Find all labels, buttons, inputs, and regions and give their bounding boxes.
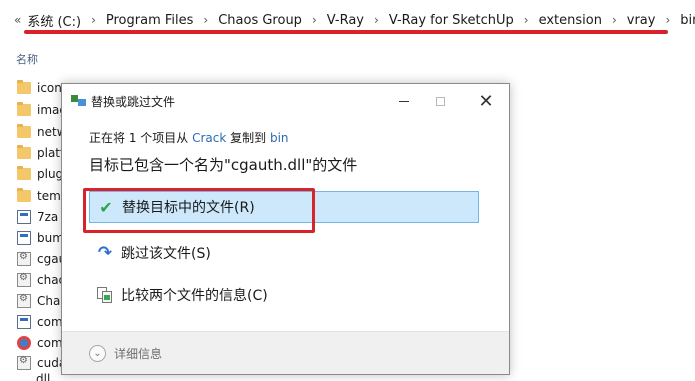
copy-status-line: 正在将 1 个项目从 Crack 复制到 bin xyxy=(89,129,289,146)
file-name: icon xyxy=(37,81,62,95)
breadcrumb-program-files[interactable]: Program Files xyxy=(106,13,194,28)
truncated-file-name: dll xyxy=(36,372,51,381)
more-details-label: 详细信息 xyxy=(114,347,163,361)
list-item[interactable]: cgau xyxy=(17,249,66,269)
skip-file-label: 跳过该文件(S) xyxy=(121,246,211,262)
list-item[interactable]: chac xyxy=(17,270,65,290)
chevron-down-circle-icon: ⌄ xyxy=(89,345,106,362)
dialog-titlebar[interactable]: 替换或跳过文件 ✕ xyxy=(62,84,509,118)
file-name: com xyxy=(37,336,63,350)
skip-file-option[interactable]: ↷ 跳过该文件(S) xyxy=(89,237,479,269)
address-bar[interactable]: « 系统 (C:) › Program Files › Chaos Group … xyxy=(0,0,695,40)
compare-files-label: 比较两个文件的信息(C) xyxy=(121,288,268,304)
folder-icon xyxy=(17,166,31,180)
history-chevron-icon[interactable]: « xyxy=(14,13,21,27)
breadcrumb-separator: › xyxy=(665,13,671,27)
conflict-message: 目标已包含一个名为"cgauth.dll"的文件 xyxy=(89,156,358,174)
source-folder-link[interactable]: Crack xyxy=(192,131,226,145)
breadcrumb-separator: › xyxy=(523,13,529,27)
breadcrumb-chaos-group[interactable]: Chaos Group xyxy=(218,13,302,28)
folder-icon xyxy=(17,102,31,116)
app-icon xyxy=(17,336,31,350)
breadcrumb-drive[interactable]: 系统 (C:) xyxy=(27,11,81,30)
copy-files-icon xyxy=(71,95,87,107)
dialog-footer: ⌄ 详细信息 xyxy=(62,331,509,374)
list-item[interactable]: 7za xyxy=(17,207,58,227)
list-item[interactable]: platf xyxy=(17,143,64,163)
close-button[interactable]: ✕ xyxy=(471,89,501,113)
breadcrumb-v-ray[interactable]: V-Ray xyxy=(327,13,364,28)
minimize-button[interactable] xyxy=(389,89,419,113)
dll-icon xyxy=(17,251,31,266)
file-name: bum xyxy=(37,231,64,245)
list-item[interactable]: com xyxy=(17,333,63,353)
dll-icon xyxy=(17,355,31,370)
skip-arrow-icon: ↷ xyxy=(97,243,113,263)
list-item[interactable]: cuda xyxy=(17,353,66,373)
exe-icon xyxy=(17,315,31,329)
minimize-icon xyxy=(399,100,409,102)
list-item[interactable]: com xyxy=(17,312,63,332)
compare-files-icon xyxy=(95,285,115,305)
list-item[interactable]: imag xyxy=(17,100,67,120)
folder-icon xyxy=(17,80,31,94)
file-name: 7za xyxy=(37,210,59,224)
dest-folder-link[interactable]: bin xyxy=(270,131,289,145)
breadcrumb-separator: › xyxy=(91,13,96,27)
breadcrumb-separator: › xyxy=(203,13,209,27)
dll-icon xyxy=(17,293,31,308)
maximize-icon xyxy=(435,96,445,106)
folder-icon xyxy=(17,145,31,159)
list-item[interactable]: icon xyxy=(17,78,62,98)
breadcrumb-vray[interactable]: vray xyxy=(627,13,656,28)
list-item[interactable]: bum xyxy=(17,228,64,248)
breadcrumb-extension[interactable]: extension xyxy=(539,13,602,28)
copy-middle: 复制到 xyxy=(226,131,270,145)
column-header-name[interactable]: 名称 xyxy=(16,51,38,67)
exe-icon xyxy=(17,210,31,224)
breadcrumb-separator: › xyxy=(311,13,317,27)
more-details-button[interactable]: ⌄ 详细信息 xyxy=(89,345,162,362)
folder-icon xyxy=(17,124,31,138)
list-item[interactable]: plug xyxy=(17,164,63,184)
dll-icon xyxy=(17,272,31,287)
breadcrumb-v-ray-for-sketchup[interactable]: V-Ray for SketchUp xyxy=(389,13,514,28)
red-highlight-annotation xyxy=(83,188,315,233)
compare-files-option[interactable]: 比较两个文件的信息(C) xyxy=(89,279,479,311)
breadcrumb-separator: › xyxy=(374,13,379,27)
exe-icon xyxy=(17,231,31,245)
dialog-title: 替换或跳过文件 xyxy=(91,95,176,109)
list-item[interactable]: netw xyxy=(17,122,67,142)
breadcrumb-separator: › xyxy=(611,13,617,27)
red-underline-annotation xyxy=(24,30,668,34)
maximize-button[interactable] xyxy=(425,89,455,113)
file-name: plug xyxy=(37,167,64,181)
list-item[interactable]: Chac xyxy=(17,291,67,311)
copy-prefix: 正在将 1 个项目从 xyxy=(89,131,193,145)
breadcrumb-bin[interactable]: bin xyxy=(680,13,695,28)
folder-icon xyxy=(17,188,31,202)
file-name: com xyxy=(37,315,63,329)
